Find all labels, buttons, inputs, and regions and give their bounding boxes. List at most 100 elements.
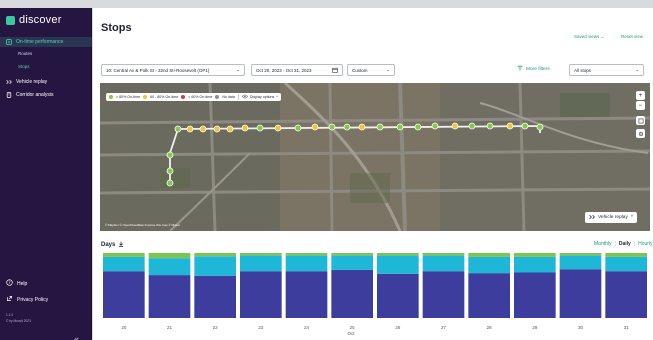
display-options-button[interactable]: Display options ^ — [237, 94, 278, 100]
legend-dot-nodata — [215, 95, 220, 99]
route-select[interactable]: 10: Central Av & Polk St - 32nd St+Roose… — [101, 64, 245, 76]
sidebar-subitem-routes[interactable]: Routes — [18, 51, 32, 56]
saved-views-dropdown[interactable]: Saved views ⌄ — [574, 34, 604, 40]
corridor-icon — [6, 92, 12, 98]
satellite-map[interactable]: > 80% On-time 60 - 80% On-time < 60% On-… — [100, 83, 650, 231]
bar-29-early-1-00-min-early-[interactable] — [514, 253, 556, 257]
bar-25-early-1-00-min-early-[interactable] — [331, 253, 373, 256]
zoom-out-button[interactable]: − — [636, 101, 645, 110]
map-imagery — [100, 83, 650, 231]
granularity-hourly[interactable]: Hourly — [638, 241, 652, 247]
bar-27-early-1-00-min-early-[interactable] — [422, 253, 465, 256]
days-section-title: Days — [101, 241, 124, 249]
display-options-label: Display options — [249, 95, 275, 99]
bar-31-late-5-00-min-late-[interactable] — [605, 256, 647, 272]
granularity-daily[interactable]: Daily — [619, 241, 631, 247]
more-filters-button[interactable]: More filters — [517, 65, 550, 73]
x-tick-label: 27 — [441, 325, 447, 330]
bar-25-on-time[interactable] — [331, 269, 373, 318]
help-icon: ? — [6, 279, 13, 288]
legend-label-nodata: No data — [222, 95, 235, 99]
vehicle-replay-label: Vehicle replay — [598, 215, 628, 220]
days-title-label: Days — [101, 242, 116, 248]
bar-26-on-time[interactable] — [377, 273, 419, 318]
x-tick-label: 22 — [213, 325, 219, 330]
sidebar-item-corridor-analysis[interactable]: Corridor analysis — [0, 90, 92, 100]
bar-28-early-1-00-min-early-[interactable] — [468, 253, 510, 257]
bar-29-late-5-00-min-late-[interactable] — [514, 256, 556, 273]
bar-30-early-1-00-min-early-[interactable] — [559, 253, 602, 256]
bar-27-on-time[interactable] — [422, 271, 465, 318]
bar-31-early-1-00-min-early-[interactable] — [605, 253, 647, 257]
bar-22-late-5-00-min-late-[interactable] — [194, 256, 236, 276]
chart-bars — [103, 253, 647, 318]
bar-21-late-5-00-min-late-[interactable] — [148, 258, 191, 276]
bar-28-late-5-00-min-late-[interactable] — [468, 256, 510, 274]
x-tick-label: 31 — [624, 325, 630, 330]
bar-30-late-5-00-min-late-[interactable] — [559, 255, 602, 270]
legend-label-mid: 60 - 80% On-time — [150, 95, 179, 99]
sidebar-item-vehicle-replay[interactable]: Vehicle replay — [0, 77, 92, 87]
help-label: Help — [17, 280, 28, 287]
bar-27-late-5-00-min-late-[interactable] — [422, 255, 465, 272]
granularity-monthly[interactable]: Monthly — [594, 241, 612, 247]
bar-28-on-time[interactable] — [468, 273, 510, 318]
date-range-value: Oct 20, 2023 - Oct 31, 2023 — [256, 67, 312, 73]
bar-29-on-time[interactable] — [514, 272, 556, 319]
x-tick-label: 24 — [304, 325, 310, 330]
app-window: discover On-time performance Routes Stop… — [0, 0, 653, 340]
bar-20-late-5-00-min-late-[interactable] — [103, 256, 145, 272]
stops-select[interactable]: All stops ⌄ — [569, 64, 644, 76]
sidebar: discover On-time performance Routes Stop… — [0, 8, 92, 340]
sidebar-subitem-stops[interactable]: Stops — [18, 64, 30, 69]
map-attribution[interactable]: © Mapbox © OpenStreetMap Improve this ma… — [105, 223, 180, 227]
granularity-separator: | — [614, 241, 616, 247]
bar-20-on-time[interactable] — [103, 271, 145, 318]
bar-30-on-time[interactable] — [559, 269, 602, 318]
bar-21-early-1-00-min-early-[interactable] — [148, 253, 191, 259]
filter-icon — [517, 65, 523, 73]
x-tick-label: 28 — [487, 325, 493, 330]
external-link-icon — [6, 295, 13, 304]
date-range-picker[interactable]: Oct 20, 2023 - Oct 31, 2023 — [251, 64, 343, 76]
bar-25-late-5-00-min-late-[interactable] — [331, 255, 373, 270]
bar-23-early-1-00-min-early-[interactable] — [240, 253, 282, 256]
brand[interactable]: discover — [6, 14, 62, 26]
bar-24-on-time[interactable] — [285, 271, 328, 318]
locate-icon[interactable] — [636, 129, 645, 138]
bar-22-on-time[interactable] — [194, 275, 236, 318]
help-link[interactable]: ? Help — [6, 279, 27, 288]
granularity-separator: | — [633, 241, 636, 247]
collapse-sidebar-icon[interactable]: « — [74, 334, 79, 340]
bar-23-on-time[interactable] — [240, 271, 282, 318]
bar-22-early-1-00-min-early-[interactable] — [194, 253, 236, 257]
bar-24-late-5-00-min-late-[interactable] — [285, 255, 328, 272]
x-tick-label: 23 — [258, 325, 264, 330]
bar-26-early-1-00-min-early-[interactable] — [377, 253, 419, 256]
bar-21-on-time[interactable] — [148, 275, 191, 318]
version-text: 1.1.0 — [6, 313, 14, 317]
range-type-select[interactable]: Custom ⌄ — [347, 64, 395, 76]
bar-31-on-time[interactable] — [605, 271, 647, 318]
fullscreen-icon[interactable] — [636, 116, 645, 125]
reset-view-button[interactable]: Reset view — [621, 34, 643, 39]
chevron-up-icon: ^ — [630, 215, 634, 220]
replay-icon — [6, 79, 12, 85]
legend-dot-low — [181, 95, 186, 99]
bar-26-late-5-00-min-late-[interactable] — [377, 255, 419, 274]
x-tick-label: 26 — [395, 325, 401, 330]
bar-23-late-5-00-min-late-[interactable] — [240, 255, 282, 272]
calendar-icon — [332, 67, 338, 74]
bar-20-early-1-00-min-early-[interactable] — [103, 253, 145, 257]
zoom-in-button[interactable]: + — [636, 91, 645, 100]
download-icon[interactable] — [118, 241, 124, 249]
route-select-value: 10: Central Av & Polk St - 32nd St+Roose… — [106, 67, 210, 73]
bar-24-early-1-00-min-early-[interactable] — [285, 253, 328, 256]
map-legend: > 80% On-time 60 - 80% On-time < 60% On-… — [106, 93, 281, 101]
chevron-down-icon: ⌄ — [236, 67, 240, 72]
sidebar-item-on-time-performance[interactable]: On-time performance — [0, 37, 92, 47]
discover-logo-icon — [6, 15, 15, 25]
replay-icon — [589, 214, 595, 222]
vehicle-replay-button[interactable]: Vehicle replay ^ — [585, 212, 638, 223]
privacy-policy-link[interactable]: Privacy Policy — [6, 295, 48, 304]
